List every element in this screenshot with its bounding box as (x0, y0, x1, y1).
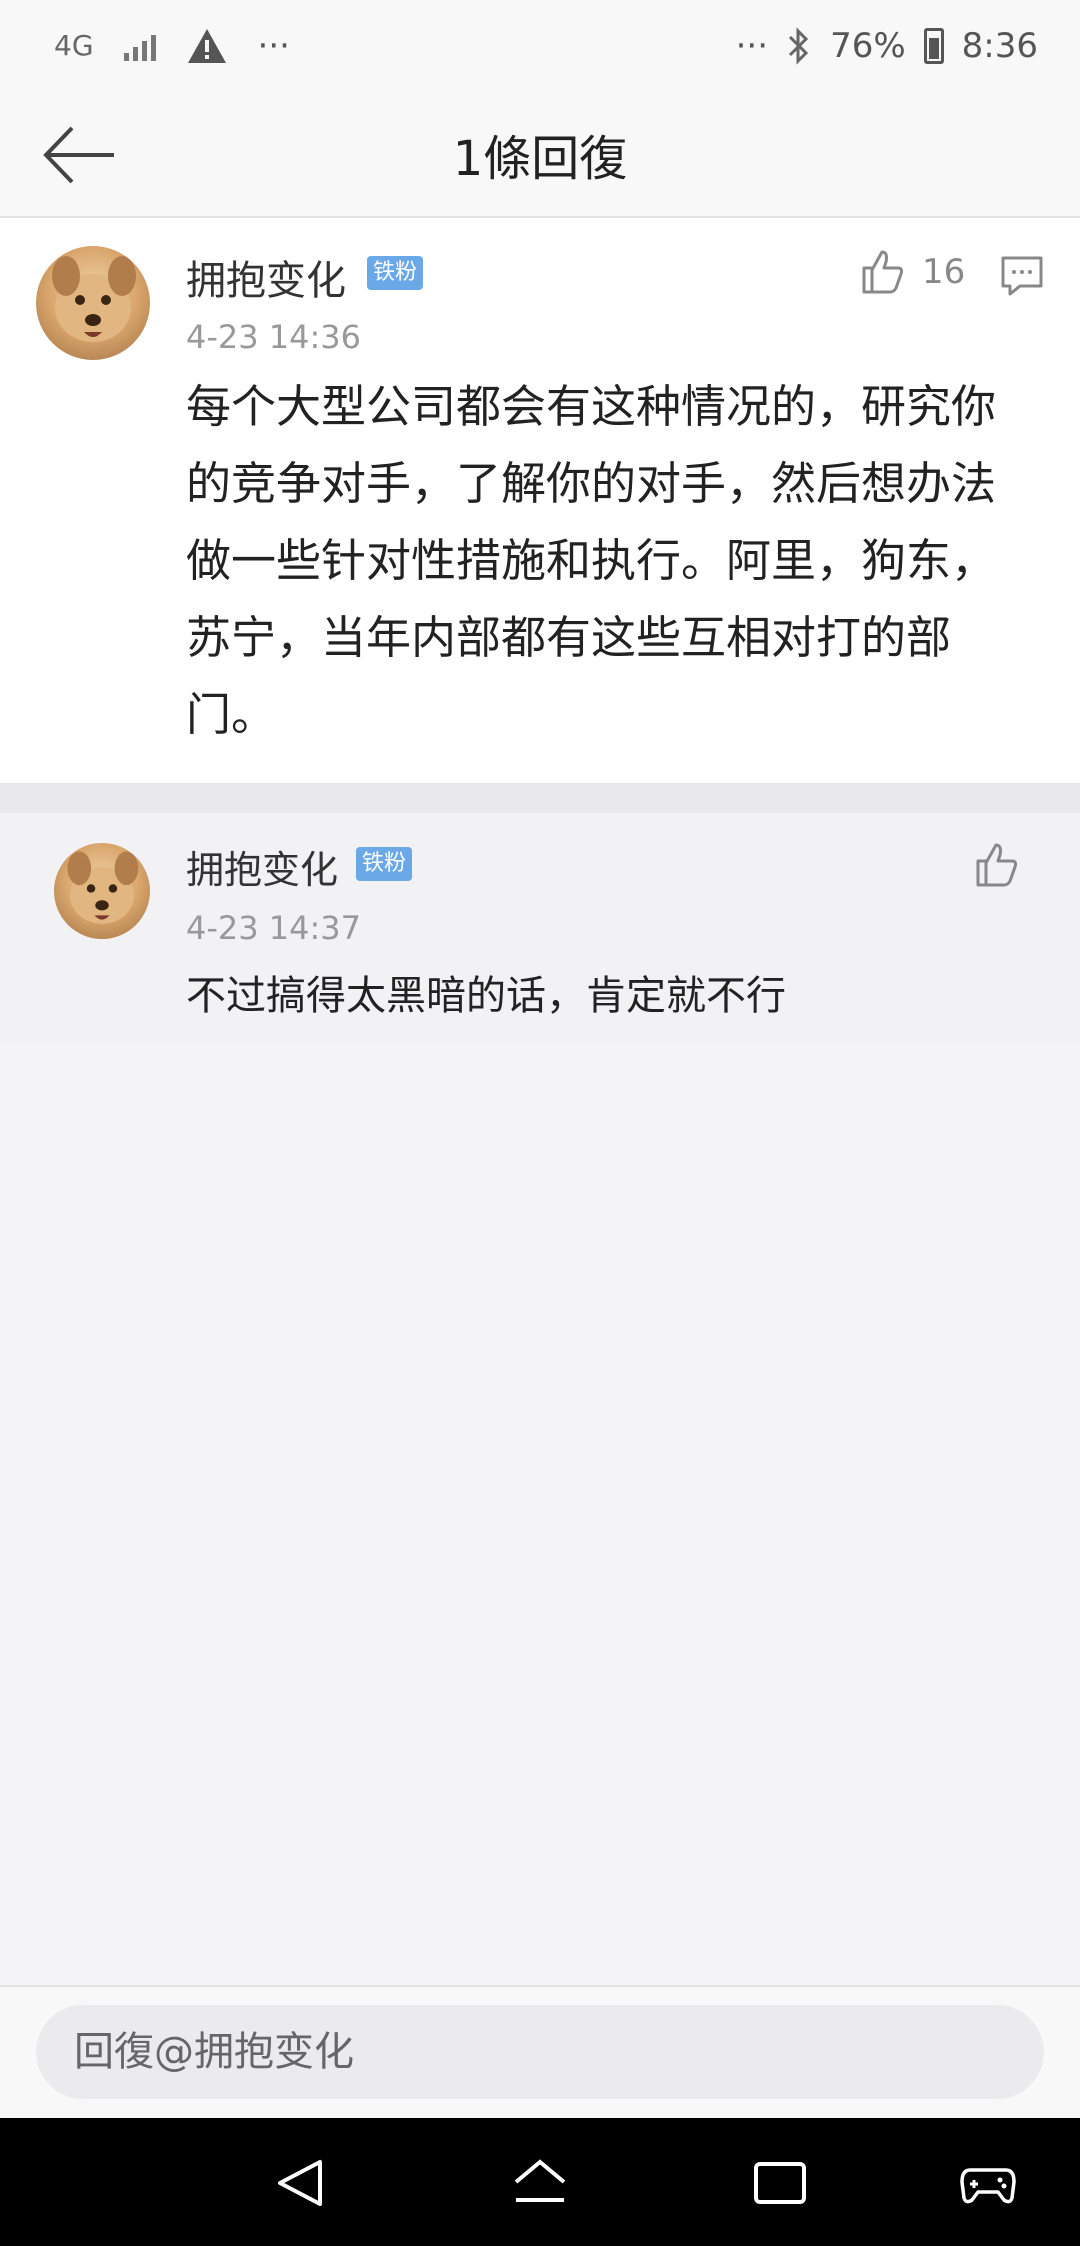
like-button[interactable]: 16 (858, 248, 965, 296)
username[interactable]: 拥抱变化 (186, 839, 338, 894)
battery-percent: 76% (830, 26, 906, 66)
username[interactable]: 拥抱变化 (186, 248, 346, 306)
thumbs-up-icon[interactable] (972, 841, 1020, 889)
system-nav-bar (0, 2118, 1080, 2246)
like-count: 16 (922, 252, 966, 292)
clock: 8:36 (961, 26, 1038, 66)
bluetooth-icon (789, 27, 809, 65)
avatar[interactable] (54, 843, 150, 939)
reply-item: 拥抱变化 铁粉 4-23 14:37 不过搞得太黑暗的话，肯定就不行 (0, 813, 1080, 1045)
empty-area (0, 1045, 1080, 1985)
dog-avatar-image (52, 256, 136, 342)
status-more: ··· (735, 26, 769, 66)
network-type: 4G (54, 29, 94, 62)
warning-icon (187, 29, 226, 63)
nav-back-icon[interactable] (270, 2156, 330, 2210)
section-divider (0, 783, 1080, 813)
arrow-left-icon[interactable] (38, 120, 118, 190)
game-controller-icon[interactable] (958, 2156, 1018, 2210)
reply-text: 不过搞得太黑暗的话，肯定就不行 (186, 973, 786, 1019)
timestamp: 4-23 14:37 (186, 909, 362, 947)
reply-input[interactable] (36, 2005, 1044, 2099)
timestamp: 4-23 14:36 (186, 318, 362, 356)
fan-badge: 铁粉 (356, 847, 413, 882)
fan-badge: 铁粉 (367, 256, 424, 291)
reply-input-bar (0, 1985, 1080, 2118)
battery-icon (923, 28, 944, 64)
main-comment: 拥抱变化 铁粉 4-23 14:36 16 每个大型公司都会有这种情况的，研究你… (0, 218, 1080, 783)
nav-recents-icon[interactable] (750, 2156, 810, 2210)
avatar[interactable] (36, 246, 150, 360)
nav-home-icon[interactable] (510, 2156, 570, 2210)
page-title: 1條回復 (452, 131, 628, 187)
dog-avatar-image (67, 851, 139, 924)
thumbs-up-icon (862, 250, 904, 294)
status-bar: 4G ··· ··· 76% 8:36 (0, 0, 1080, 92)
signal-icon (123, 31, 156, 61)
comment-text: 每个大型公司都会有这种情况的，研究你的竞争对手，了解你的对手，然后想办法做一些针… (186, 380, 997, 741)
comment-icon[interactable] (1000, 254, 1044, 298)
header: 1條回復 (0, 92, 1080, 218)
more-notifications: ··· (257, 26, 290, 66)
